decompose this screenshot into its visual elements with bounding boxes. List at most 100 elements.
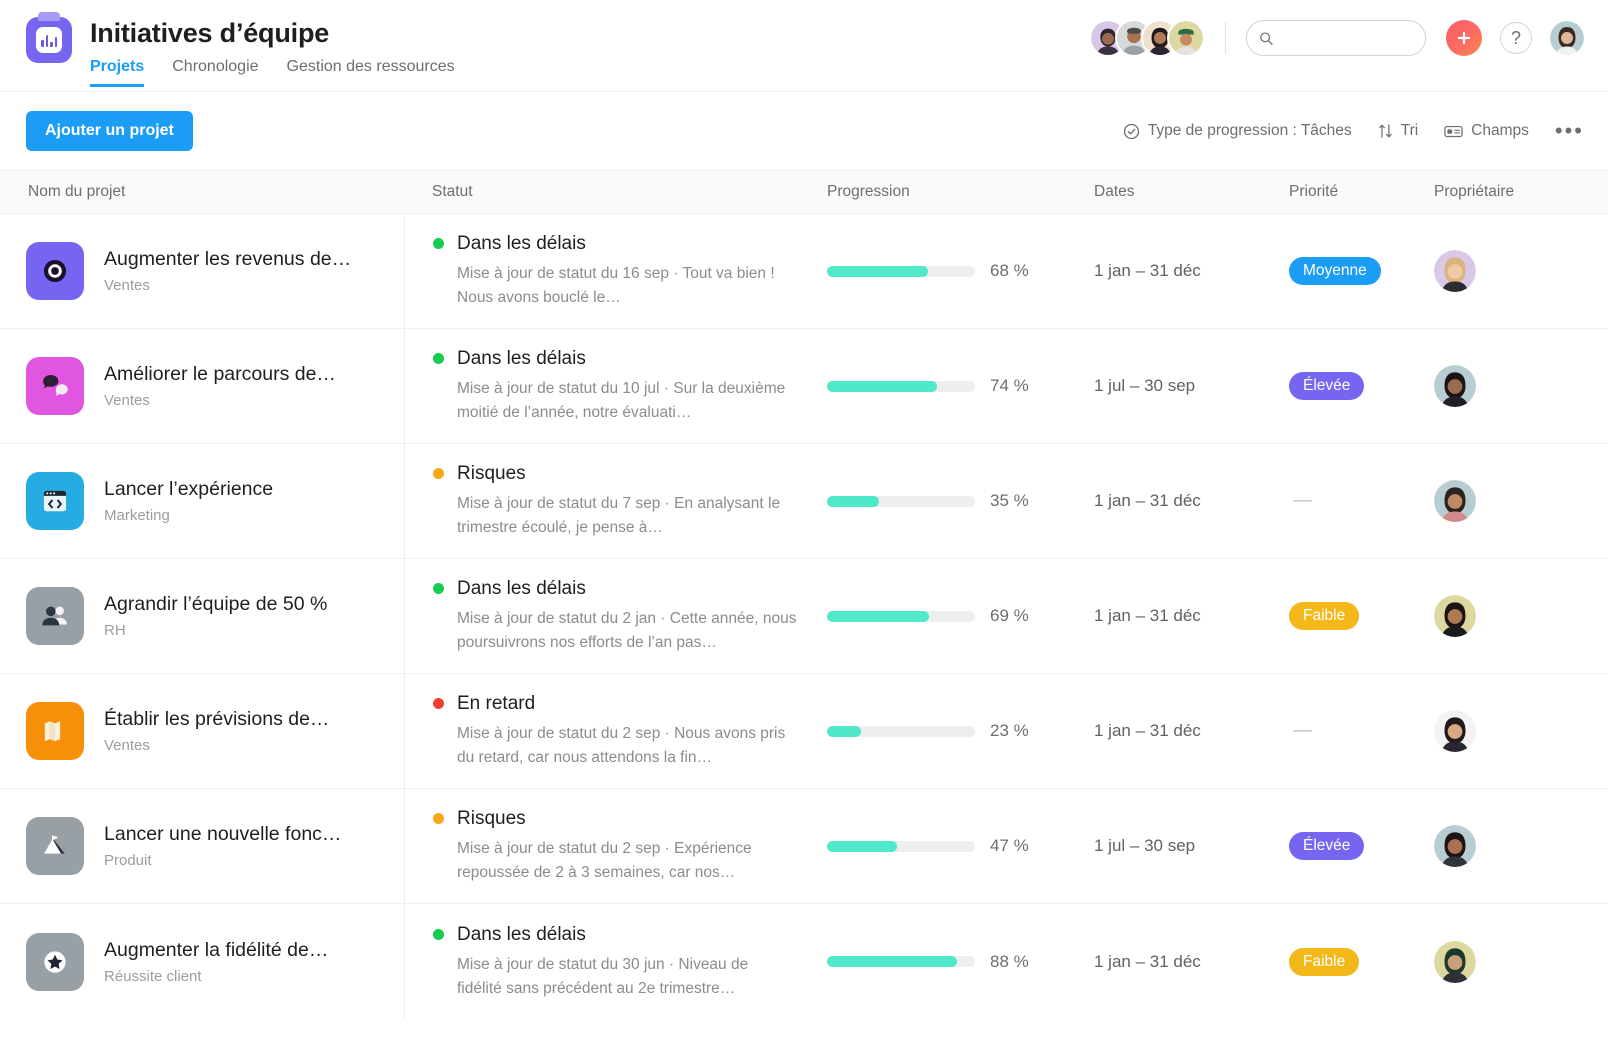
tab-chronologie[interactable]: Chronologie: [172, 58, 258, 87]
cell-owner[interactable]: [1434, 674, 1608, 788]
add-button[interactable]: [1446, 20, 1482, 56]
cell-project-name[interactable]: Lancer une nouvelle fonc… Produit: [0, 789, 404, 903]
search-input[interactable]: [1281, 30, 1413, 46]
cell-status[interactable]: Risques Mise à jour de statut du 7 sep · …: [404, 444, 814, 558]
status-dot-icon: [433, 238, 444, 249]
avatar[interactable]: [1169, 21, 1203, 55]
cell-dates[interactable]: 1 jul – 30 sep: [1089, 789, 1289, 903]
column-header-owner[interactable]: Propriétaire: [1434, 183, 1608, 201]
cell-owner[interactable]: [1434, 444, 1608, 558]
cell-status[interactable]: Dans les délais Mise à jour de statut du …: [404, 329, 814, 443]
avatar[interactable]: [1434, 595, 1476, 637]
project-name[interactable]: Lancer une nouvelle fonc…: [104, 822, 341, 846]
cell-owner[interactable]: [1434, 789, 1608, 903]
table-row[interactable]: Établir les prévisions de… Ventes En retar…: [0, 674, 1608, 789]
cell-dates[interactable]: 1 jan – 31 déc: [1089, 559, 1289, 673]
avatar[interactable]: [1434, 365, 1476, 407]
cell-project-name[interactable]: Améliorer le parcours de… Ventes: [0, 329, 404, 443]
table-row[interactable]: Augmenter les revenus de… Ventes Dans les …: [0, 214, 1608, 329]
cell-status[interactable]: Risques Mise à jour de statut du 2 sep · …: [404, 789, 814, 903]
progress-type-filter[interactable]: Type de progression : Tâches: [1123, 122, 1352, 140]
sort-arrows-icon: [1378, 124, 1392, 138]
table-row[interactable]: Augmenter la fidélité de… Réussite client…: [0, 904, 1608, 1019]
status-badge[interactable]: Élevée: [1289, 832, 1365, 860]
avatar[interactable]: [1550, 21, 1584, 55]
cell-priority[interactable]: Faible: [1289, 904, 1434, 1019]
avatar[interactable]: [1434, 250, 1476, 292]
cell-progress[interactable]: 88 %: [814, 904, 1089, 1019]
column-header-dates[interactable]: Dates: [1089, 183, 1289, 201]
cell-owner[interactable]: [1434, 214, 1608, 328]
project-team: Produit: [104, 852, 152, 869]
fields-button[interactable]: Champs: [1444, 122, 1529, 140]
project-name[interactable]: Améliorer le parcours de…: [104, 362, 336, 386]
project-name[interactable]: Augmenter la fidélité de…: [104, 938, 328, 962]
plus-icon: [1457, 31, 1471, 45]
table-row[interactable]: Lancer l’expérience Marketing Risques Mise …: [0, 444, 1608, 559]
add-project-button[interactable]: Ajouter un projet: [26, 111, 193, 151]
cell-progress[interactable]: 69 %: [814, 559, 1089, 673]
column-header-priority[interactable]: Priorité: [1289, 183, 1434, 201]
search-box[interactable]: [1246, 20, 1426, 56]
cell-dates[interactable]: 1 jan – 31 déc: [1089, 904, 1289, 1019]
tab-gestion-des-ressources[interactable]: Gestion des ressources: [287, 58, 455, 87]
cell-status[interactable]: Dans les délais Mise à jour de statut du …: [404, 904, 814, 1019]
cell-dates[interactable]: 1 jan – 31 déc: [1089, 214, 1289, 328]
cell-progress[interactable]: 23 %: [814, 674, 1089, 788]
cell-progress[interactable]: 74 %: [814, 329, 1089, 443]
more-options-button[interactable]: •••: [1555, 120, 1584, 142]
avatar[interactable]: [1434, 940, 1476, 983]
cell-owner[interactable]: [1434, 559, 1608, 673]
cell-owner[interactable]: [1434, 904, 1608, 1019]
cell-priority[interactable]: Faible: [1289, 559, 1434, 673]
progress-label: 88 %: [990, 951, 1029, 971]
cell-dates[interactable]: 1 jul – 30 sep: [1089, 329, 1289, 443]
project-name[interactable]: Augmenter les revenus de…: [104, 247, 351, 271]
avatar[interactable]: [1434, 710, 1476, 752]
cell-project-name[interactable]: Établir les prévisions de… Ventes: [0, 674, 404, 788]
cell-status[interactable]: Dans les délais Mise à jour de statut du …: [404, 559, 814, 673]
column-header-progress[interactable]: Progression: [814, 183, 1089, 201]
progress-label: 47 %: [990, 836, 1029, 855]
cell-progress[interactable]: 68 %: [814, 214, 1089, 328]
cell-status[interactable]: Dans les délais Mise à jour de statut du …: [404, 214, 814, 328]
avatar[interactable]: [1434, 825, 1476, 867]
column-header-name[interactable]: Nom du projet: [0, 183, 404, 201]
cell-progress[interactable]: 35 %: [814, 444, 1089, 558]
status-badge[interactable]: Élevée: [1289, 372, 1365, 400]
status-dot-icon: [433, 813, 444, 824]
cell-priority[interactable]: —: [1289, 674, 1434, 788]
help-button[interactable]: ?: [1500, 22, 1532, 54]
project-name[interactable]: Agrandir l’équipe de 50 %: [104, 592, 327, 616]
status-badge[interactable]: Faible: [1289, 947, 1360, 976]
cell-priority[interactable]: —: [1289, 444, 1434, 558]
sort-button[interactable]: Tri: [1378, 122, 1418, 140]
cell-project-name[interactable]: Lancer l’expérience Marketing: [0, 444, 404, 558]
avatar[interactable]: [1434, 480, 1476, 522]
project-name[interactable]: Établir les prévisions de…: [104, 707, 329, 731]
column-header-status[interactable]: Statut: [404, 183, 814, 201]
dates-label: 1 jul – 30 sep: [1094, 376, 1196, 395]
cell-project-name[interactable]: Augmenter la fidélité de… Réussite client: [0, 904, 404, 1019]
cell-priority[interactable]: Moyenne: [1289, 214, 1434, 328]
member-avatar-group[interactable]: [1091, 21, 1203, 55]
cell-owner[interactable]: [1434, 329, 1608, 443]
cell-dates[interactable]: 1 jan – 31 déc: [1089, 674, 1289, 788]
status-badge[interactable]: Moyenne: [1289, 257, 1381, 285]
status-badge[interactable]: Faible: [1289, 602, 1360, 630]
chart-app-logo-icon[interactable]: [26, 17, 72, 63]
tab-projets[interactable]: Projets: [90, 58, 144, 87]
cell-status[interactable]: En retard Mise à jour de statut du 2 sep …: [404, 674, 814, 788]
cell-project-name[interactable]: Augmenter les revenus de… Ventes: [0, 214, 404, 328]
cell-priority[interactable]: Élevée: [1289, 329, 1434, 443]
table-row[interactable]: Agrandir l’équipe de 50 % RH Dans les déla…: [0, 559, 1608, 674]
project-name[interactable]: Lancer l’expérience: [104, 477, 273, 501]
table-row[interactable]: Lancer une nouvelle fonc… Produit Risques M…: [0, 789, 1608, 904]
cell-priority[interactable]: Élevée: [1289, 789, 1434, 903]
cell-project-name[interactable]: Agrandir l’équipe de 50 % RH: [0, 559, 404, 673]
search-icon: [1260, 31, 1273, 45]
progress-bar: [827, 265, 975, 277]
cell-dates[interactable]: 1 jan – 31 déc: [1089, 444, 1289, 558]
table-row[interactable]: Améliorer le parcours de… Ventes Dans les …: [0, 329, 1608, 444]
cell-progress[interactable]: 47 %: [814, 789, 1089, 903]
